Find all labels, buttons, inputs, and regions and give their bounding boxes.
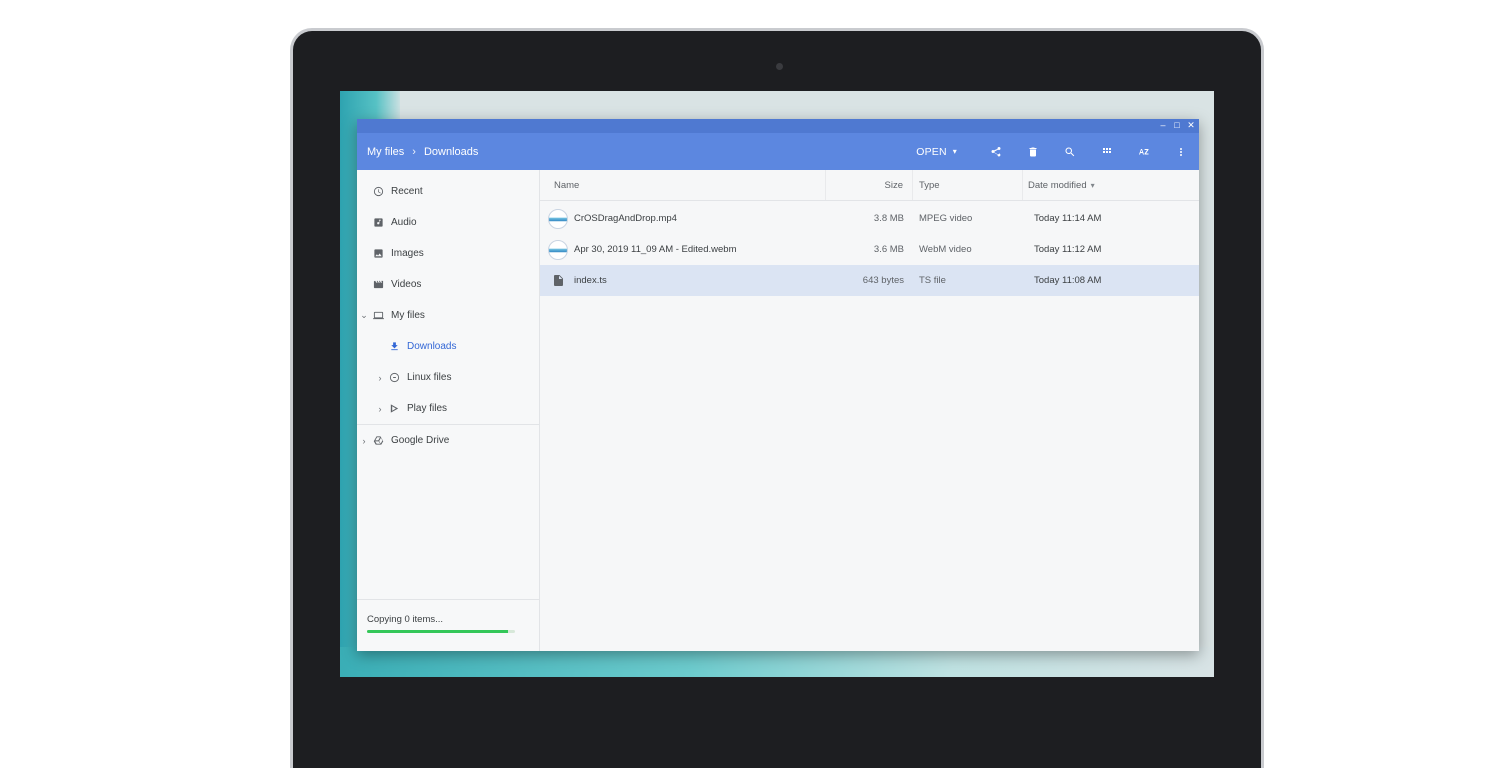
- sidebar-item-label: Recent: [391, 186, 423, 197]
- file-size: 643 bytes: [862, 275, 904, 286]
- breadcrumb: My files › Downloads: [357, 146, 478, 158]
- sort-descending-icon: ▾: [1090, 180, 1095, 190]
- minimize-button[interactable]: –: [1159, 120, 1167, 131]
- copy-status-panel: Copying 0 items...: [357, 599, 539, 651]
- file-name: index.ts: [574, 275, 607, 286]
- sidebar-item-images[interactable]: Images: [357, 238, 539, 269]
- sidebar-item-audio[interactable]: Audio: [357, 207, 539, 238]
- file-name-cell: CrOSDragAndDrop.mp4: [540, 203, 826, 234]
- grid-view-button[interactable]: [1088, 133, 1125, 170]
- chevron-down-icon[interactable]: ⌄: [357, 310, 371, 321]
- sidebar-item-label: Google Drive: [391, 435, 450, 446]
- laptop-bezel: – □ ✕ My files › Downloads OPEN ▾ Recent…: [290, 28, 1264, 768]
- grid-view-icon: [1102, 147, 1111, 153]
- file-type: WebM video: [919, 244, 972, 255]
- files-app-window: – □ ✕ My files › Downloads OPEN ▾ Recent…: [357, 119, 1199, 651]
- file-size: 3.6 MB: [873, 244, 904, 255]
- sort-button[interactable]: [1125, 133, 1162, 170]
- column-header-size[interactable]: Size: [826, 170, 913, 200]
- sidebar-item-label: Linux files: [407, 372, 452, 383]
- column-header-type[interactable]: Type: [913, 170, 1023, 200]
- file-list-header: Name Size Type Date modified ▾: [540, 170, 1199, 201]
- search-button[interactable]: [1051, 133, 1088, 170]
- file-icon: [548, 274, 568, 288]
- column-header-date-modified[interactable]: Date modified ▾: [1023, 170, 1199, 200]
- laptop-icon: [371, 310, 385, 322]
- column-header-date-label: Date modified: [1028, 179, 1087, 191]
- sidebar: Recent Audio Images Videos ⌄ My files Do…: [357, 170, 540, 651]
- sidebar-item-label: Audio: [391, 217, 417, 228]
- image-icon: [371, 248, 385, 260]
- share-icon: [991, 146, 1000, 156]
- sidebar-item-play-files[interactable]: › Play files: [357, 393, 539, 424]
- search-icon: [1065, 147, 1074, 156]
- file-name: CrOSDragAndDrop.mp4: [574, 213, 677, 224]
- sidebar-item-label: Downloads: [407, 341, 457, 352]
- chevron-right-icon[interactable]: ›: [357, 436, 371, 446]
- copy-status-text: Copying 0 items...: [367, 614, 444, 625]
- chevron-right-icon[interactable]: ›: [373, 373, 387, 383]
- maximize-button[interactable]: □: [1173, 120, 1181, 131]
- table-row[interactable]: CrOSDragAndDrop.mp4 3.8 MB MPEG video To…: [540, 203, 1199, 234]
- sidebar-item-label: Videos: [391, 279, 422, 290]
- file-name-cell: Apr 30, 2019 11_09 AM - Edited.webm: [540, 234, 826, 265]
- file-type: TS file: [919, 275, 946, 286]
- file-type: MPEG video: [919, 213, 973, 224]
- linux-icon: [387, 372, 401, 384]
- window-body: Recent Audio Images Videos ⌄ My files Do…: [357, 170, 1199, 651]
- delete-icon: [1029, 147, 1036, 156]
- table-row-selected[interactable]: index.ts 643 bytes TS file Today 11:08 A…: [540, 265, 1199, 296]
- table-row[interactable]: Apr 30, 2019 11_09 AM - Edited.webm 3.6 …: [540, 234, 1199, 265]
- clock-icon: [371, 186, 385, 198]
- title-bar: – □ ✕: [357, 119, 1199, 133]
- sidebar-item-my-files[interactable]: ⌄ My files: [357, 300, 539, 331]
- audio-icon: [371, 217, 385, 229]
- desktop-screen: – □ ✕ My files › Downloads OPEN ▾ Recent…: [340, 91, 1214, 677]
- video-thumbnail-icon: [548, 208, 568, 229]
- close-button[interactable]: ✕: [1187, 120, 1195, 131]
- breadcrumb-my-files[interactable]: My files: [367, 146, 404, 158]
- file-list: Name Size Type Date modified ▾ CrOSDragA…: [540, 170, 1199, 651]
- sidebar-item-downloads[interactable]: Downloads: [357, 331, 539, 362]
- file-date: Today 11:14 AM: [1034, 213, 1102, 224]
- copy-progress-fill: [367, 630, 508, 633]
- file-date: Today 11:12 AM: [1034, 244, 1102, 255]
- delete-button[interactable]: [1014, 133, 1051, 170]
- sidebar-item-label: Images: [391, 248, 424, 259]
- copy-progress-bar: [367, 630, 515, 633]
- toolbar: My files › Downloads OPEN ▾: [357, 133, 1199, 170]
- more-options-button[interactable]: [1162, 133, 1199, 170]
- play-icon: [387, 403, 401, 415]
- file-date: Today 11:08 AM: [1034, 275, 1102, 286]
- more-vert-icon: [1179, 147, 1182, 156]
- chevron-down-icon: ▾: [952, 147, 957, 156]
- breadcrumb-downloads[interactable]: Downloads: [424, 146, 478, 158]
- sidebar-item-videos[interactable]: Videos: [357, 269, 539, 300]
- sidebar-item-google-drive[interactable]: › Google Drive: [357, 425, 539, 456]
- file-name: Apr 30, 2019 11_09 AM - Edited.webm: [574, 244, 737, 255]
- sidebar-item-linux-files[interactable]: › Linux files: [357, 362, 539, 393]
- video-thumbnail-icon: [548, 239, 568, 260]
- share-button[interactable]: [977, 133, 1014, 170]
- sort-az-icon: [1138, 148, 1148, 154]
- file-name-cell: index.ts: [540, 265, 826, 296]
- sidebar-item-recent[interactable]: Recent: [357, 176, 539, 207]
- video-icon: [371, 279, 385, 291]
- column-header-name[interactable]: Name: [540, 170, 826, 200]
- open-button[interactable]: OPEN ▾: [916, 146, 957, 158]
- toolbar-actions: OPEN ▾: [916, 133, 1199, 170]
- drive-icon: [371, 435, 385, 447]
- chevron-right-icon[interactable]: ›: [373, 404, 387, 414]
- sidebar-item-label: Play files: [407, 403, 448, 414]
- breadcrumb-separator: ›: [412, 145, 416, 158]
- download-icon: [387, 341, 401, 353]
- open-button-label: OPEN: [916, 145, 947, 158]
- file-size: 3.8 MB: [873, 213, 904, 224]
- window-controls: – □ ✕: [1159, 120, 1195, 131]
- sidebar-item-label: My files: [391, 310, 425, 321]
- camera-icon: [776, 63, 783, 70]
